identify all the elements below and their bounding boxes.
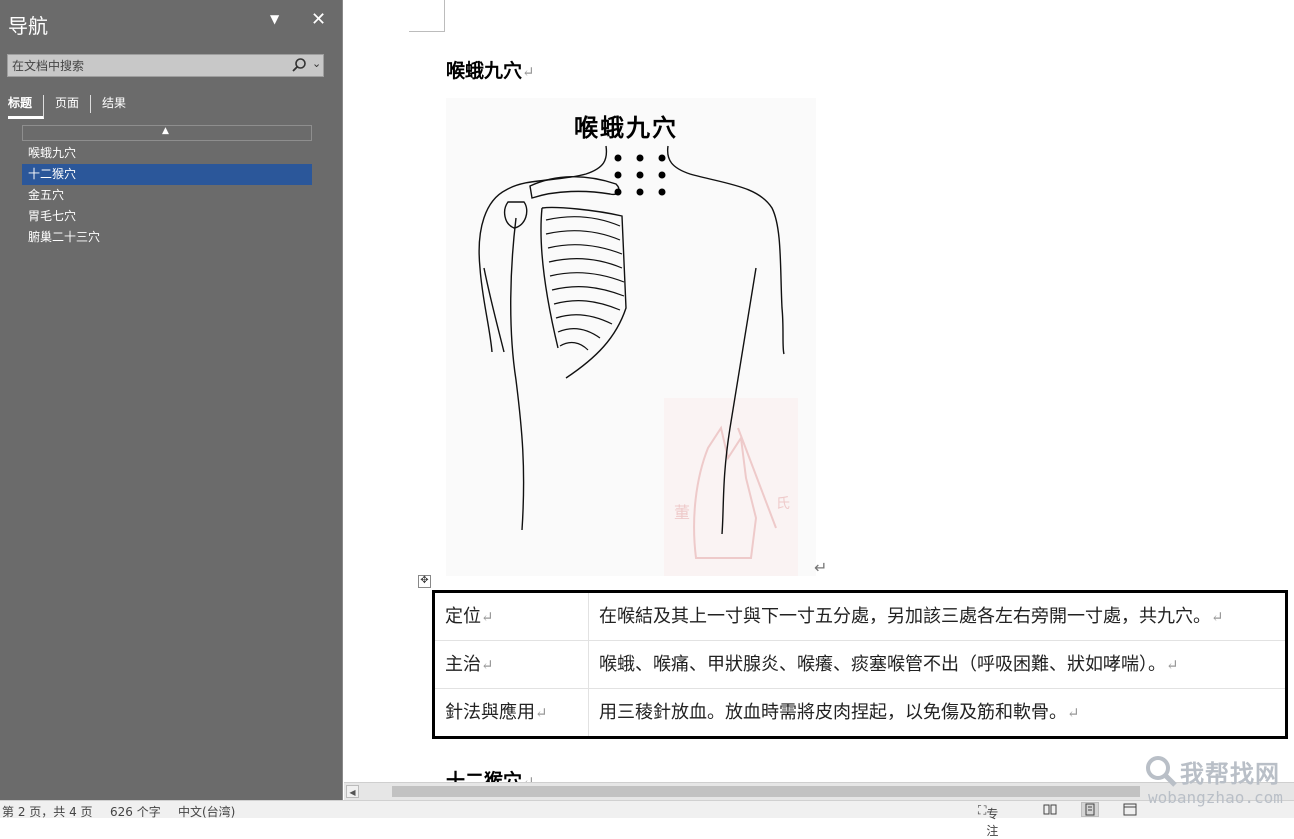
table-cell-label[interactable]: 定位↵ [433,591,589,641]
search-input[interactable] [8,55,278,76]
collapse-all-button[interactable]: ▲ [22,125,312,141]
nav-options-icon[interactable]: ▼ [270,12,279,26]
nav-title: 导航 [8,14,48,38]
acupoint-illustration[interactable]: 董 氏 喉蛾九穴 [446,98,816,576]
nav-tabs: 标题 页面 结果 [8,95,137,119]
heading-1[interactable]: 喉蛾九穴↵ [446,56,535,83]
table-row: 主治↵ 喉蛾、喉痛、甲狀腺炎、喉癢、痰塞喉管不出（呼吸困難、狀如哮喘）。↵ [433,640,1287,689]
magnifier-icon [1146,756,1177,787]
site-watermark: 我帮找网 wobangzhao.com [1140,750,1294,812]
collapse-up-icon: ▲ [162,126,169,136]
tab-headings[interactable]: 标题 [8,95,45,119]
document-area[interactable]: 喉蛾九穴↵ 董 氏 喉蛾九穴 ↵ ✥ 定位↵ 在喉結及其上一寸與下一寸五分處，另… [344,0,1294,782]
status-bar: 第 2 页，共 4 页 626 个字 中文(台湾) ⛶ 专注 [0,800,1294,838]
paragraph-mark: ↵ [814,558,828,577]
paragraph-mark: ↵ [522,63,535,81]
table-row: 針法與應用↵ 用三稜針放血。放血時需將皮肉捏起，以免傷及筋和軟骨。↵ [433,688,1287,738]
heading-item[interactable]: 喉蛾九穴 [22,143,312,164]
svg-text:董: 董 [674,503,690,522]
heading-2-text: 十二猴穴 [446,770,523,782]
tab-results[interactable]: 结果 [91,95,137,113]
focus-mode-button[interactable]: ⛶ 专注 [978,803,998,838]
tab-pages[interactable]: 页面 [44,95,92,113]
heading-item[interactable]: 腑巢二十三穴 [22,227,312,248]
page-margin-corner [409,0,445,32]
heading-2[interactable]: 十二猴穴↵ [446,766,535,782]
paragraph-mark: ↵ [522,773,535,782]
heading-item[interactable]: 金五穴 [22,185,312,206]
figure-title: 喉蛾九穴 [574,113,678,142]
table-cell-value[interactable]: 喉蛾、喉痛、甲狀腺炎、喉癢、痰塞喉管不出（呼吸困難、狀如哮喘）。↵ [588,640,1287,689]
watermark-text: 我帮找网 [1180,760,1280,788]
read-mode-icon[interactable] [1041,802,1059,817]
search-icon[interactable] [291,57,307,73]
heading-item[interactable]: 胃毛七穴 [22,206,312,227]
navigation-pane: 导航 ▼ ✕ ⌄ 标题 页面 结果 ▲ 喉蛾九穴 十二猴穴 金五穴 胃毛七穴 腑… [0,0,343,800]
svg-text:氏: 氏 [776,496,790,512]
word-count[interactable]: 626 个字 [110,803,161,820]
table-row: 定位↵ 在喉結及其上一寸與下一寸五分處，另加該三處各左右旁開一寸處，共九穴。↵ [433,591,1287,641]
close-icon[interactable]: ✕ [311,9,326,30]
back-anatomy-drawing: 董 氏 [446,98,816,576]
table-cell-value[interactable]: 在喉結及其上一寸與下一寸五分處，另加該三處各左右旁開一寸處，共九穴。↵ [588,591,1287,641]
search-box: ⌄ [7,54,324,77]
heading-1-text: 喉蛾九穴 [446,60,523,82]
chevron-down-icon[interactable]: ⌄ [312,57,321,70]
heading-list: 喉蛾九穴 十二猴穴 金五穴 胃毛七穴 腑巢二十三穴 [22,143,312,248]
watermark-url: wobangzhao.com [1148,788,1283,807]
print-layout-icon[interactable] [1081,802,1099,817]
web-layout-icon[interactable] [1121,802,1139,817]
acupoint-info-table[interactable]: 定位↵ 在喉結及其上一寸與下一寸五分處，另加該三處各左右旁開一寸處，共九穴。↵ … [432,590,1288,739]
scrollbar-thumb[interactable] [392,786,1140,797]
table-move-handle[interactable]: ✥ [418,575,431,588]
table-cell-value[interactable]: 用三稜針放血。放血時需將皮肉捏起，以免傷及筋和軟骨。↵ [589,689,1287,738]
table-cell-label[interactable]: 主治↵ [433,640,589,689]
language-indicator[interactable]: 中文(台湾) [178,803,235,820]
page-count[interactable]: 第 2 页，共 4 页 [2,803,93,820]
scroll-left-icon[interactable]: ◀ [346,785,359,798]
heading-item[interactable]: 十二猴穴 [22,164,312,185]
table-cell-label[interactable]: 針法與應用↵ [433,688,589,738]
